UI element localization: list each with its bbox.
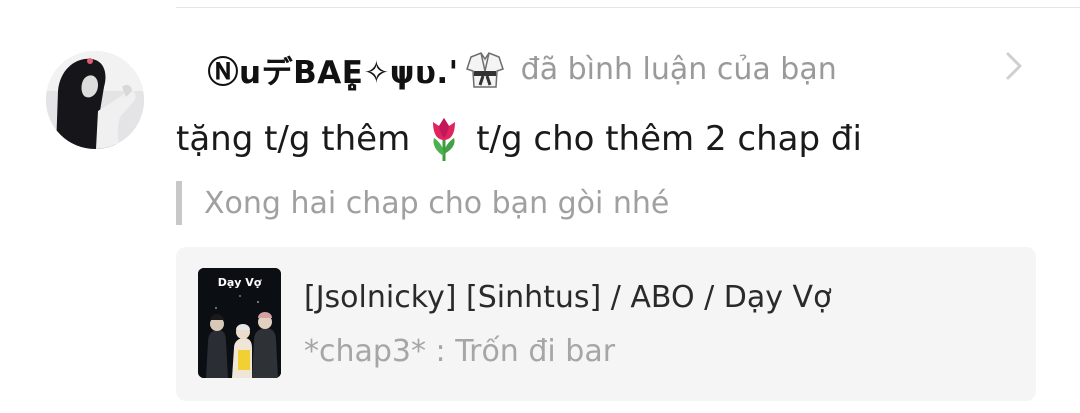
action-text: đã bình luận của bạn [520, 51, 837, 87]
quoted-reply: Xong hai chap cho bạn gòi nhé [176, 180, 669, 226]
tulip-icon [424, 116, 464, 162]
top-divider [176, 7, 1080, 8]
comment-text-end: t/g cho thêm 2 chap đi [476, 119, 862, 159]
notification-header: ⓃuデBAE̥̥͈✧ψυ.' đã bình luận của bạn [176, 44, 837, 94]
quoted-reply-text: Xong hai chap cho bạn gòi nhé [204, 185, 670, 221]
comment-text: tặng t/g thêm t/g cho thêm 2 chap đi [176, 116, 862, 162]
quote-bar [176, 181, 182, 225]
chevron-right-icon[interactable] [1002, 50, 1026, 82]
martial-arts-uniform-icon [463, 47, 507, 91]
username[interactable]: ⓃuデBAE̥̥͈✧ψυ.' [176, 47, 459, 92]
story-title[interactable]: [Jsolnicky] [Sinhtus] / ABO / Dạy Vợ [304, 280, 831, 315]
cover-title: Dạy Vợ [217, 276, 262, 289]
story-chapter[interactable]: *chap3* : Trốn đi bar [304, 334, 615, 369]
story-cover: Dạy Vợ [198, 268, 281, 378]
comment-text-start: tặng t/g thêm [176, 119, 411, 159]
story-card[interactable]: Dạy Vợ [Jsolnicky] [Sinhtus] / ABO / Dạy… [176, 247, 1036, 401]
avatar[interactable] [46, 51, 144, 149]
